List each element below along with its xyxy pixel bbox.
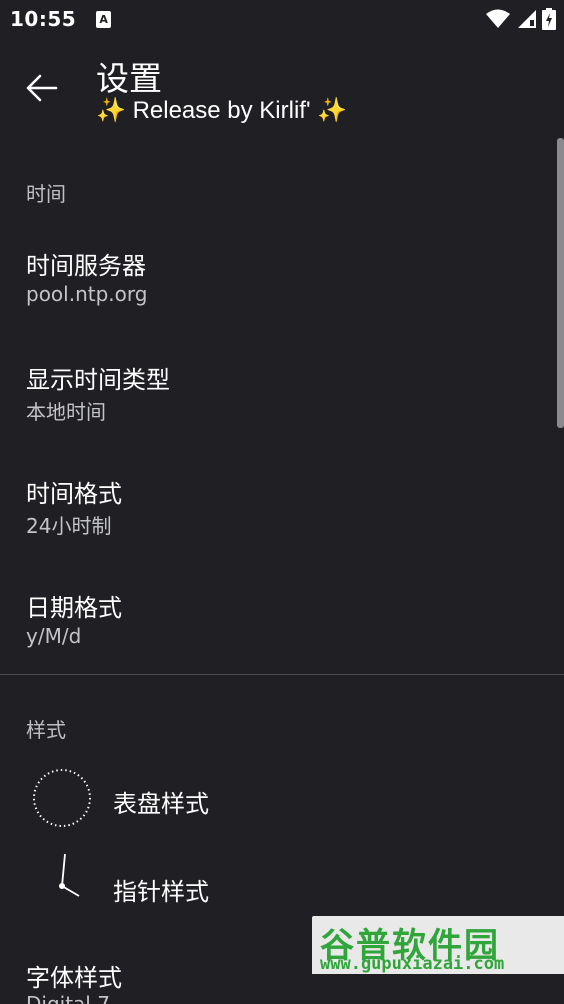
pref-dial-style[interactable]: 表盘样式 xyxy=(0,756,556,840)
pref-summary: y/M/d xyxy=(26,624,82,648)
pref-time-server[interactable]: 时间服务器 pool.ntp.org xyxy=(0,226,556,336)
battery-icon xyxy=(542,8,556,30)
scrollbar[interactable] xyxy=(557,138,564,428)
watermark: 谷普软件园 www.gupuxiazai.com xyxy=(312,916,564,974)
pref-date-format[interactable]: 日期格式 y/M/d xyxy=(0,568,556,674)
pref-title: 显示时间类型 xyxy=(26,366,170,394)
sparkle-icon: ✨ xyxy=(317,97,348,124)
signal-icon xyxy=(518,10,536,28)
subtitle-text: Release by Kirlif' xyxy=(132,97,311,124)
watermark-bottom-strip xyxy=(312,974,564,1004)
app-bar: 设置 ✨ Release by Kirlif' ✨ xyxy=(0,38,564,138)
wifi-icon xyxy=(486,9,510,28)
status-icons xyxy=(486,8,556,30)
dial-icon xyxy=(33,769,91,827)
section-header-style: 样式 xyxy=(26,718,66,742)
pref-summary: 24小时制 xyxy=(26,514,112,538)
pref-title: 字体样式 xyxy=(26,964,122,992)
pref-summary: pool.ntp.org xyxy=(26,282,148,306)
status-bar: 10:55 A xyxy=(0,0,564,38)
page-title: 设置 xyxy=(96,59,162,98)
notification-a-icon: A xyxy=(96,10,112,28)
section-divider xyxy=(0,674,564,675)
back-arrow-icon[interactable] xyxy=(22,68,62,108)
section-header-time: 时间 xyxy=(26,182,66,206)
watermark-url: www.gupuxiazai.com xyxy=(320,954,505,974)
pref-display-time-type[interactable]: 显示时间类型 本地时间 xyxy=(0,340,556,450)
pref-title: 指针样式 xyxy=(113,878,209,906)
pref-summary: Digital 7 xyxy=(26,992,110,1004)
page-subtitle: ✨ Release by Kirlif' ✨ xyxy=(96,96,347,125)
pref-title: 表盘样式 xyxy=(113,790,209,818)
pref-time-format[interactable]: 时间格式 24小时制 xyxy=(0,454,556,564)
pref-title: 时间格式 xyxy=(26,480,122,508)
pref-title: 日期格式 xyxy=(26,594,122,622)
clock-hand-icon xyxy=(59,853,80,897)
sparkle-icon: ✨ xyxy=(96,97,126,124)
status-time: 10:55 xyxy=(10,7,77,31)
pref-summary: 本地时间 xyxy=(26,400,106,424)
pref-title: 时间服务器 xyxy=(26,252,146,280)
